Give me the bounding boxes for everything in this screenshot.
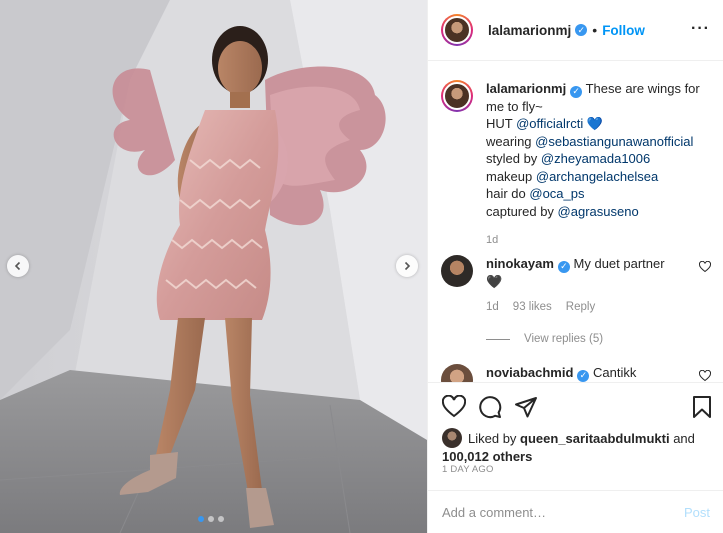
action-section: Liked by queen_saritaabdulmukti and 100,…	[428, 382, 723, 484]
comment-text: ninokayam ✓ My duet partner 🖤	[486, 255, 711, 290]
divider	[486, 338, 510, 340]
post-header: lalamarionmj ✓ • Follow ···	[428, 0, 723, 61]
comment-likes[interactable]: 93 likes	[513, 301, 552, 313]
comment-item: ninokayam ✓ My duet partner 🖤 1d 93 likes…	[441, 255, 711, 313]
post-details: lalamarionmj ✓ • Follow ··· lalamarionmj…	[427, 0, 723, 533]
share-paper-plane-icon[interactable]	[514, 395, 538, 419]
likes-prefix: Liked by	[468, 431, 521, 446]
caption-line: wearing	[486, 133, 536, 149]
black-heart-emoji: 🖤	[486, 273, 503, 289]
comment-bubble-icon[interactable]	[478, 395, 502, 419]
post-media[interactable]	[0, 0, 427, 533]
likes-count[interactable]: 100,012 others	[442, 449, 532, 464]
comment-body: My duet partner	[569, 256, 665, 271]
post-photo	[0, 0, 427, 533]
mention-link[interactable]: @zheyamada1006	[541, 151, 650, 166]
comment-username[interactable]: ninokayam	[486, 256, 554, 271]
bookmark-icon[interactable]	[690, 395, 714, 419]
avatar[interactable]	[441, 14, 473, 46]
verified-badge-icon: ✓	[557, 260, 570, 273]
chevron-right-icon	[404, 261, 411, 271]
carousel-dot	[208, 516, 214, 522]
comment-username[interactable]: noviabachmid	[486, 365, 573, 380]
carousel-dot	[198, 516, 204, 522]
caption-time: 1d	[486, 234, 499, 247]
caption-line: captured by	[486, 203, 558, 219]
follow-button[interactable]: Follow	[602, 23, 645, 38]
carousel-next-button[interactable]	[396, 255, 418, 277]
caption-line: hair do	[486, 186, 530, 202]
heart-outline-icon[interactable]	[699, 370, 711, 382]
mention-link[interactable]: @archangelachelsea	[536, 169, 658, 184]
comment-body: Cantikk	[589, 365, 637, 380]
carousel-indicator	[198, 516, 224, 522]
mention-link[interactable]: @agrasuseno	[558, 204, 639, 219]
instagram-post: lalamarionmj ✓ • Follow ··· lalamarionmj…	[0, 0, 723, 533]
header-separator: •	[592, 22, 598, 38]
reply-button[interactable]: Reply	[566, 301, 595, 313]
caption-line: HUT	[486, 116, 517, 132]
header-username[interactable]: lalamarionmj	[488, 23, 571, 38]
add-comment-bar: Post	[428, 490, 723, 533]
action-bar	[442, 395, 538, 419]
heart-outline-icon[interactable]	[699, 261, 711, 273]
verified-badge-icon: ✓	[570, 85, 583, 98]
comment-item: noviabachmid ✓ Cantikk	[441, 364, 711, 382]
verified-badge-icon: ✓	[577, 369, 590, 382]
carousel-dot	[218, 516, 224, 522]
post-comment-button[interactable]: Post	[684, 505, 710, 520]
comment-meta: 1d 93 likes Reply	[486, 301, 711, 313]
avatar	[442, 428, 462, 448]
caption-username[interactable]: lalamarionmj	[486, 81, 566, 96]
carousel-prev-button[interactable]	[7, 255, 29, 277]
liker-username[interactable]: queen_saritaabdulmukti	[520, 431, 670, 446]
post-timestamp: 1 DAY AGO	[442, 464, 494, 475]
verified-badge-icon: ✓	[575, 24, 588, 36]
chevron-left-icon	[14, 261, 21, 271]
more-dots-icon[interactable]: ···	[691, 20, 710, 38]
comments-area[interactable]: lalamarionmj ✓ These are wings for me to …	[428, 61, 723, 382]
likes-middle: and	[669, 431, 695, 446]
caption-line: makeup	[486, 168, 536, 184]
blue-heart-emoji: 💙	[583, 116, 604, 132]
likes-summary: Liked by queen_saritaabdulmukti and 100,…	[442, 428, 712, 466]
avatar[interactable]	[441, 255, 473, 287]
comment-time: 1d	[486, 301, 499, 314]
mention-link[interactable]: @officialrcti	[516, 116, 583, 131]
caption: lalamarionmj ✓ These are wings for me to …	[441, 80, 711, 250]
mention-link[interactable]: @oca_ps	[529, 186, 584, 201]
avatar[interactable]	[441, 80, 473, 112]
view-replies-button[interactable]: View replies (5)	[486, 333, 603, 345]
caption-text: lalamarionmj ✓ These are wings for me to …	[486, 80, 711, 250]
caption-line: styled by	[486, 151, 541, 167]
mention-link[interactable]: @sebastiangunawanofficial	[535, 134, 693, 149]
comment-text: noviabachmid ✓ Cantikk	[486, 364, 711, 382]
view-replies-label: View replies (5)	[524, 333, 604, 345]
avatar[interactable]	[441, 364, 473, 382]
like-heart-icon[interactable]	[442, 395, 466, 419]
comment-input[interactable]	[442, 504, 684, 520]
